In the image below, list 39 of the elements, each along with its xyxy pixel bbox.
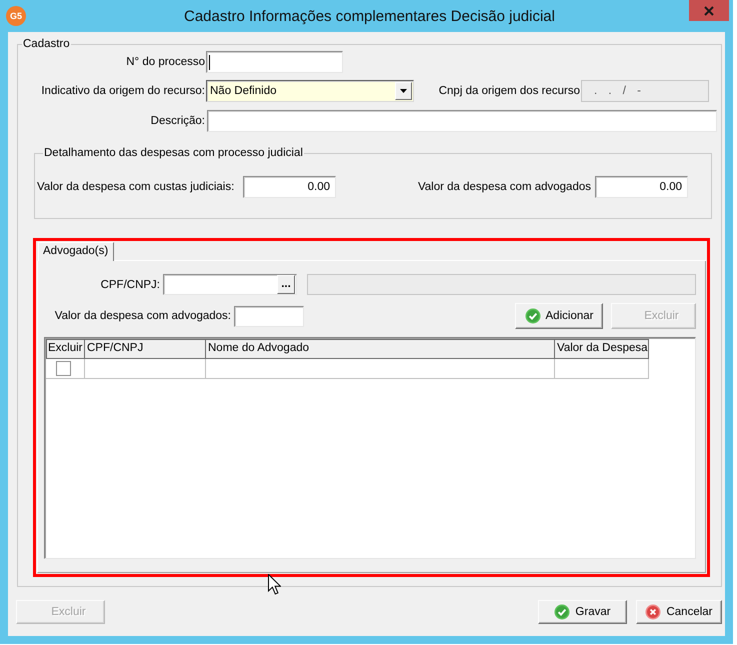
- tab[interactable]: Advogado(s): [38, 242, 114, 261]
- checkbox[interactable]: [56, 361, 71, 376]
- field-label: Valor da despesa com custas judiciais:: [37, 181, 236, 193]
- field-label: Indicativo da origem do recurso:: [40, 85, 206, 97]
- mouse-pointer-icon: [268, 574, 281, 595]
- confirm-button[interactable]: Adicionar: [515, 303, 603, 329]
- cancel-icon: [645, 604, 662, 620]
- disabled-field: . . / -: [581, 80, 709, 102]
- input-field[interactable]: [234, 306, 304, 326]
- window-title: Cadastro Informações complementares Decisão judicial: [182, 8, 556, 24]
- field-label: CPF/CNPJ:: [100, 278, 161, 290]
- input-field[interactable]: 0.00: [243, 176, 336, 198]
- field-label: N° do processo: [125, 56, 206, 68]
- column-header[interactable]: Excluir: [46, 339, 85, 359]
- field-label: Cnpj da origem dos recurso: [438, 85, 581, 97]
- input-field[interactable]: [206, 51, 343, 73]
- dropdown-field[interactable]: Não Definido: [206, 80, 414, 102]
- check-icon: [554, 604, 570, 620]
- column-header[interactable]: Valor da Despesa: [555, 339, 649, 359]
- close-button[interactable]: [689, 0, 729, 21]
- field-label: Valor da despesa com advogados:: [54, 310, 232, 322]
- dropdown-button[interactable]: [395, 82, 412, 100]
- caret-icon: [400, 89, 407, 93]
- field-label: Valor da despesa com advogados: [416, 181, 592, 193]
- text-cursor-icon: [209, 55, 210, 70]
- lookup-button[interactable]: ...: [277, 275, 295, 294]
- cancel-button[interactable]: Cancelar: [636, 600, 722, 624]
- field-label: Descrição:: [150, 115, 206, 127]
- group-title: Detalhamento das despesas com processo judicial: [43, 146, 304, 160]
- app-logo: G5: [6, 6, 26, 26]
- group-title: Cadastro: [22, 37, 71, 51]
- close-icon: [704, 6, 714, 16]
- column-header[interactable]: Nome do Advogado: [206, 339, 555, 359]
- input-field[interactable]: ...: [163, 274, 297, 295]
- input-field[interactable]: 0.00: [595, 176, 688, 198]
- confirm-button[interactable]: Gravar: [538, 600, 627, 624]
- check-icon: [524, 308, 541, 324]
- input-field[interactable]: [207, 110, 717, 132]
- column-header[interactable]: CPF/CNPJ: [85, 339, 206, 359]
